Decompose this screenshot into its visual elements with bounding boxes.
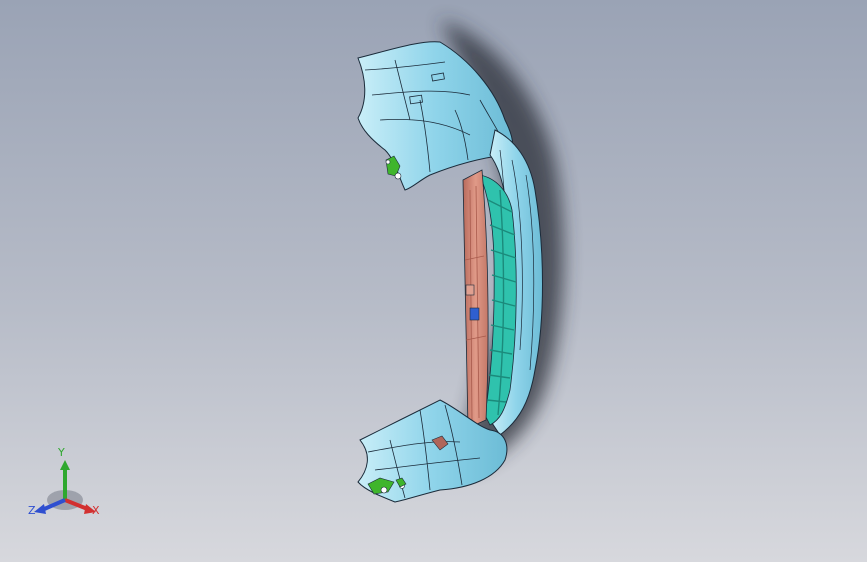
triad-x-label: X <box>92 504 100 517</box>
triad-y-arrow <box>60 460 70 470</box>
orientation-triad[interactable]: Y X Z <box>20 440 110 530</box>
triad-z-label: Z <box>28 504 36 517</box>
reinforcement-beam <box>462 169 489 429</box>
beam-tab <box>465 284 475 296</box>
bumper-model[interactable] <box>0 0 867 562</box>
graphics-viewport[interactable]: Y X Z <box>0 0 867 562</box>
triad-y-label: Y <box>58 446 65 459</box>
sensor-bracket <box>469 307 480 321</box>
